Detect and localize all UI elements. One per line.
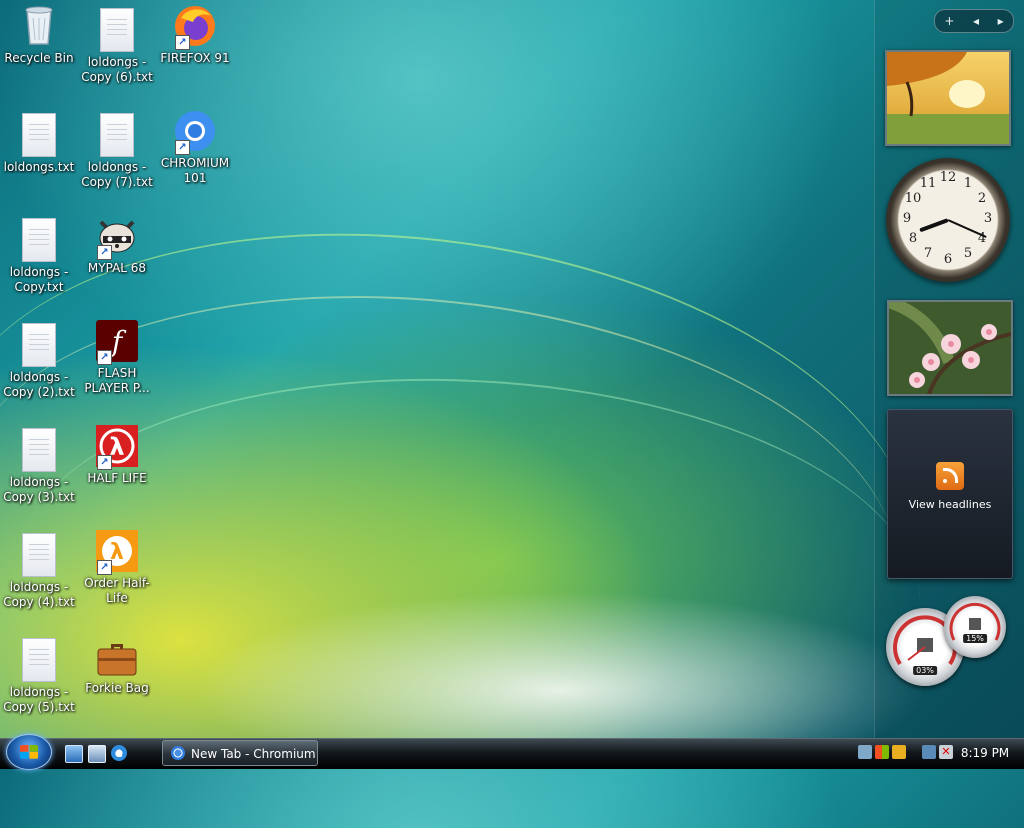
feed-headlines-gadget[interactable]: View headlines	[887, 409, 1013, 579]
shortcut-arrow-icon: ↗	[175, 140, 190, 155]
recycle-bin-icon	[17, 4, 61, 48]
desktop-icon-label: loldongs - Copy (7).txt	[81, 160, 153, 189]
clock-number: 8	[908, 231, 918, 246]
slideshow-gadget-flowers[interactable]	[886, 296, 1013, 396]
desktop-icon-forkie-bag[interactable]: Forkie Bag	[81, 634, 153, 696]
rss-feed-icon	[936, 462, 964, 490]
desktop-icon-label: CHROMIUM 101	[160, 156, 230, 185]
shortcut-arrow-icon: ↗	[175, 35, 190, 50]
desktop-icon-firefox[interactable]: ↗ FIREFOX 91	[159, 4, 231, 66]
clock-number: 9	[902, 211, 912, 226]
switch-windows-icon[interactable]	[88, 745, 106, 763]
text-file-icon	[22, 533, 56, 577]
desktop-icon-loldongs-copy-4[interactable]: loldongs - Copy (4).txt	[3, 533, 75, 610]
desktop-icon-half-life[interactable]: λ ↗ HALF LIFE	[81, 424, 153, 486]
clock-number: 11	[919, 176, 937, 191]
desktop-icon-loldongs-copy-6[interactable]: loldongs - Copy (6).txt	[81, 8, 153, 85]
desktop-icon-loldongs-copy[interactable]: loldongs - Copy.txt	[3, 218, 75, 295]
shortcut-arrow-icon: ↗	[97, 245, 112, 260]
taskbar-clock[interactable]: 8:19 PM	[955, 739, 1015, 767]
tray-windows-icon[interactable]	[875, 745, 889, 759]
half-life-icon: λ ↗	[95, 424, 139, 470]
tray-shield-icon[interactable]	[892, 745, 906, 759]
memory-usage-readout: 15%	[963, 634, 987, 643]
clock-gadget[interactable]: 12 1 2 3 4 5 6 7 8 9 10 11	[886, 158, 1010, 282]
svg-text:λ: λ	[110, 540, 124, 565]
text-file-icon	[22, 218, 56, 262]
tray-network-icon[interactable]	[858, 745, 872, 759]
desktop-icon-label: FIREFOX 91	[160, 51, 230, 65]
view-headlines-label[interactable]: View headlines	[888, 498, 1012, 511]
shortcut-arrow-icon: ↗	[97, 560, 112, 575]
desktop-icon-mypal[interactable]: ↗ MYPAL 68	[81, 214, 153, 276]
desktop-icon-label: loldongs - Copy (3).txt	[3, 475, 75, 504]
memory-gauge-icon	[949, 602, 1001, 641]
tray-volume-muted-icon[interactable]: ✕	[939, 745, 953, 759]
start-button[interactable]	[6, 734, 52, 770]
clock-number: 5	[963, 246, 973, 261]
clock-number: 6	[943, 252, 953, 267]
clock-number: 3	[983, 211, 993, 226]
memory-meter-gadget[interactable]: 15%	[944, 596, 1006, 658]
desktop-icon-label: loldongs - Copy (6).txt	[81, 55, 153, 84]
text-file-icon	[22, 638, 56, 682]
desktop-icon-chromium[interactable]: ↗ CHROMIUM 101	[159, 109, 231, 186]
text-file-icon	[22, 323, 56, 367]
desktop-icon-recycle-bin[interactable]: Recycle Bin	[3, 4, 75, 66]
clock-hour-hand	[919, 218, 949, 233]
desktop-icon-label: FLASH PLAYER P...	[84, 366, 150, 395]
show-desktop-icon[interactable]	[65, 745, 83, 763]
internet-explorer-icon[interactable]: e	[111, 745, 127, 761]
chromium-icon	[171, 746, 185, 760]
text-file-icon	[22, 113, 56, 157]
previous-gadgets-button[interactable]: ◂	[973, 14, 979, 28]
text-file-icon	[100, 113, 134, 157]
next-gadgets-button[interactable]: ▸	[998, 14, 1004, 28]
plumeria-flowers-photo	[886, 296, 1012, 395]
desktop-icon-label: Order Half-Life	[84, 576, 150, 605]
firefox-icon: ↗	[173, 4, 217, 50]
add-gadget-button[interactable]: +	[944, 14, 954, 28]
desktop-icon-order-half-life[interactable]: λ ↗ Order Half-Life	[81, 529, 153, 606]
shortcut-arrow-icon: ↗	[97, 455, 112, 470]
order-half-life-icon: λ ↗	[95, 529, 139, 575]
slideshow-gadget-autumn[interactable]	[885, 50, 1011, 146]
desktop-icon-label: MYPAL 68	[87, 261, 147, 275]
clock-number: 12	[939, 170, 957, 185]
desktop-icon-loldongs-copy-7[interactable]: loldongs - Copy (7).txt	[81, 113, 153, 190]
mypal-raccoon-icon: ↗	[95, 214, 139, 260]
shortcut-arrow-icon: ↗	[97, 350, 112, 365]
autumn-tree-photo	[887, 52, 1009, 144]
text-file-icon	[100, 8, 134, 52]
chromium-icon: ↗	[173, 109, 217, 155]
sidebar-controls: + ◂ ▸	[934, 9, 1014, 33]
desktop-icon-flash-player[interactable]: f ↗ FLASH PLAYER P...	[81, 319, 153, 396]
desktop-icon-label: Recycle Bin	[4, 51, 74, 65]
flash-player-icon: f ↗	[95, 319, 139, 365]
desktop-icon-loldongs-copy-2[interactable]: loldongs - Copy (2).txt	[3, 323, 75, 400]
desktop-icon-label: HALF LIFE	[87, 471, 147, 485]
desktop-icon-label: loldongs - Copy (4).txt	[3, 580, 75, 609]
clock-number: 2	[977, 191, 987, 206]
desktop-icon-loldongs-copy-3[interactable]: loldongs - Copy (3).txt	[3, 428, 75, 505]
desktop-icon-label: loldongs - Copy (2).txt	[3, 370, 75, 399]
desktop-icon-label: loldongs.txt	[3, 160, 75, 174]
cpu-usage-readout: 03%	[913, 666, 937, 675]
desktop-icon-loldongs-copy-5[interactable]: loldongs - Copy (5).txt	[3, 638, 75, 715]
desktop-icon-loldongs[interactable]: loldongs.txt	[3, 113, 75, 175]
briefcase-icon	[95, 634, 139, 678]
taskbar-button-label: New Tab - Chromium	[191, 747, 316, 761]
desktop-icon-label: loldongs - Copy.txt	[9, 265, 69, 294]
tray-display-icon[interactable]	[922, 745, 936, 759]
text-file-icon	[22, 428, 56, 472]
desktop-icon-label: loldongs - Copy (5).txt	[3, 685, 75, 714]
desktop-icon-label: Forkie Bag	[85, 681, 149, 695]
taskbar-button-chromium[interactable]: New Tab - Chromium	[162, 740, 318, 766]
